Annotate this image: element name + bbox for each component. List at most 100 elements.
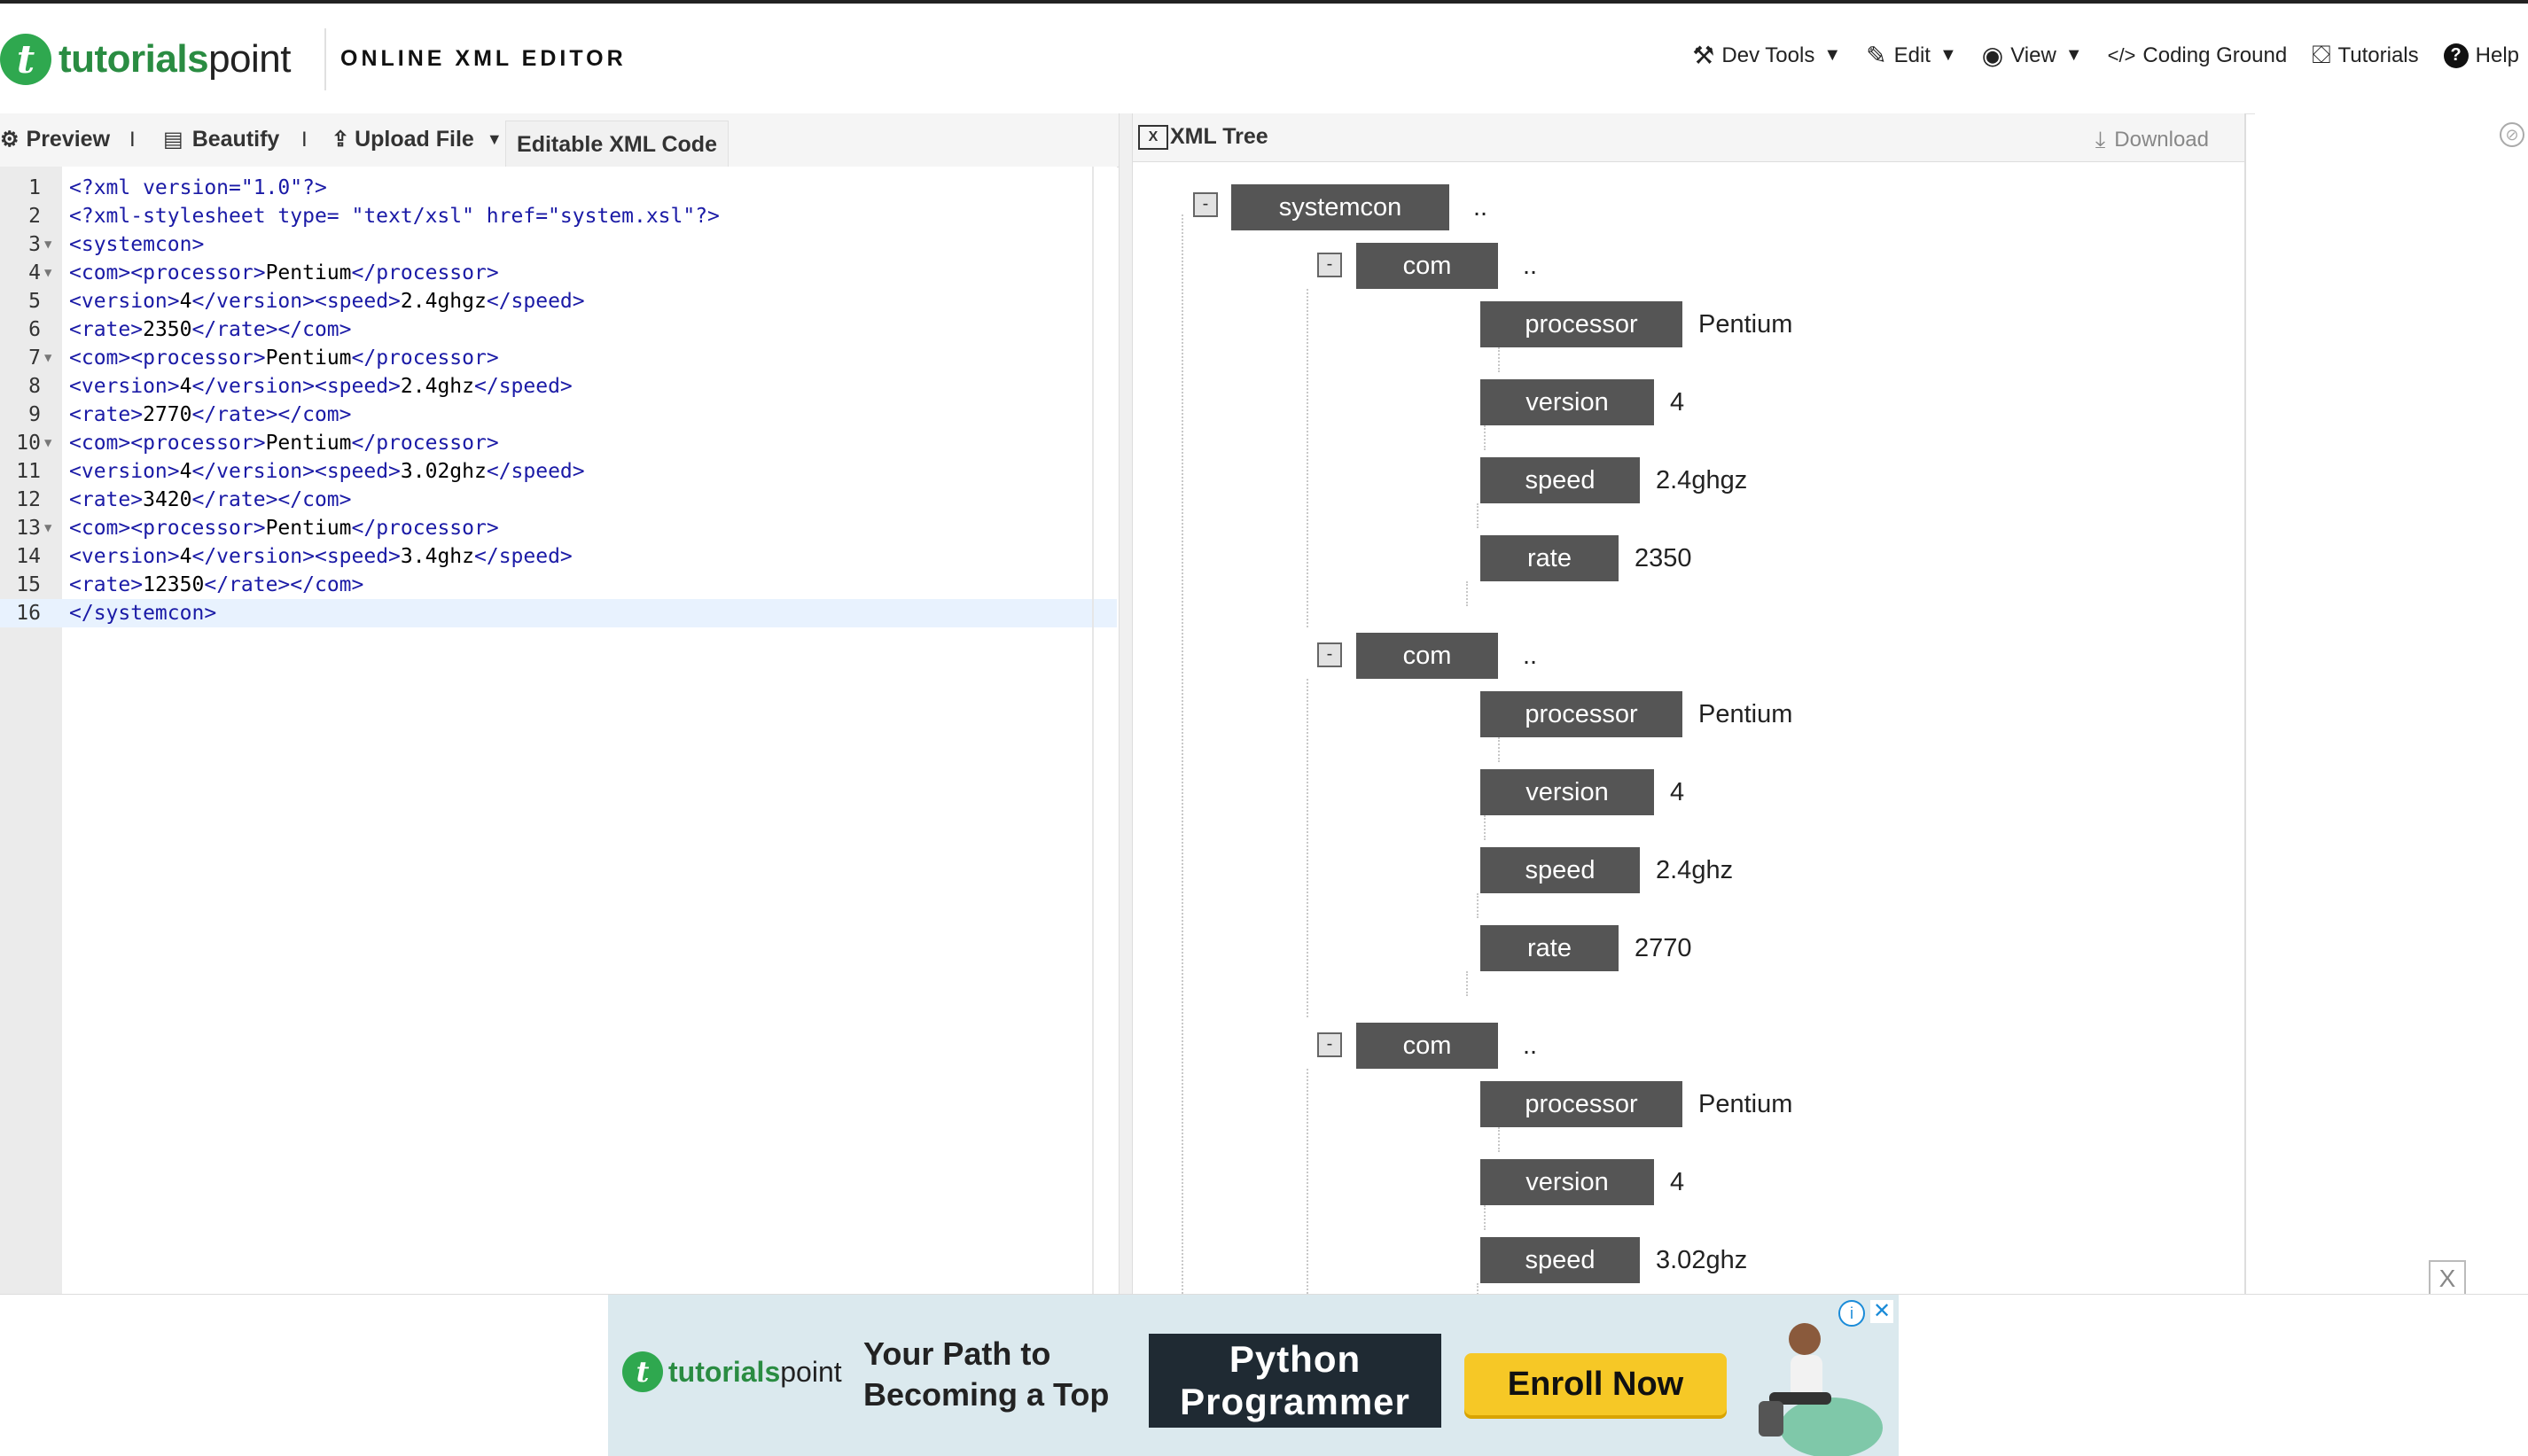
tree-node-value: .. — [1523, 642, 1538, 670]
preview-button[interactable]: ⚙ Preview — [0, 127, 110, 152]
tree-node-value: 3.02ghz — [1656, 1246, 1748, 1274]
tree-node-rate[interactable]: rate — [1480, 925, 1619, 971]
logo-mark-icon: t — [0, 34, 51, 85]
line-number: 6 — [28, 318, 41, 341]
tree-node-processor[interactable]: processor — [1480, 301, 1682, 347]
tree-connector — [1484, 425, 1486, 450]
collapse-toggle-icon[interactable]: - — [1317, 642, 1342, 667]
tree-connector — [1307, 679, 1308, 1017]
tree-node-value: 4 — [1670, 1168, 1685, 1196]
toolbar-separator: I — [129, 128, 136, 152]
code-line[interactable]: 16 </systemcon> — [0, 599, 1117, 627]
tree-node-speed[interactable]: speed — [1480, 847, 1640, 893]
nav-coding-ground[interactable]: </> Coding Ground — [2108, 43, 2288, 68]
tree-node-version[interactable]: version — [1480, 1159, 1654, 1205]
upload-file-label: Upload File — [355, 127, 474, 152]
download-label: Download — [2114, 128, 2209, 152]
collapse-toggle-icon[interactable]: - — [1317, 1032, 1342, 1057]
tree-node-value: Pentium — [1698, 1090, 1793, 1118]
ad-logo-text: tutorialspoint — [668, 1356, 842, 1389]
nav-tutorials[interactable]: ⛋ Tutorials — [2312, 41, 2418, 70]
code-line[interactable]: 15 <rate>12350</rate></com> — [0, 571, 1117, 599]
code-line[interactable]: 4 ▼ <com><processor>Pentium</processor> — [0, 259, 1117, 287]
nav-help[interactable]: ? Help — [2443, 43, 2519, 68]
tree-connector — [1498, 1127, 1500, 1152]
tree-node-com[interactable]: com — [1356, 243, 1498, 289]
tree-node-processor[interactable]: processor — [1480, 1081, 1682, 1127]
upload-file-button[interactable]: ⇪ Upload File ▼ — [332, 127, 503, 152]
code-text: <rate>3420</rate></com> — [69, 488, 352, 511]
fold-arrow-icon[interactable]: ▼ — [44, 429, 51, 457]
line-number: 9 — [28, 403, 41, 426]
chevron-down-icon: ▼ — [2064, 45, 2083, 65]
code-line[interactable]: 10 ▼ <com><processor>Pentium</processor> — [0, 429, 1117, 457]
code-editor[interactable]: 1 <?xml version="1.0"?> 2 <?xml-stylesheet … — [0, 167, 1117, 1294]
enroll-now-button[interactable]: Enroll Now — [1464, 1353, 1727, 1415]
help-icon: ? — [2443, 43, 2469, 68]
code-text: <version>4</version><speed>3.02ghz</spee… — [69, 460, 585, 483]
tree-node-com[interactable]: com — [1356, 633, 1498, 679]
ad-close-icon[interactable]: ✕ — [1870, 1300, 1893, 1323]
tree-node-version[interactable]: version — [1480, 769, 1654, 815]
right-sidebar: ⊘ — [2255, 113, 2528, 1294]
tree-node-version[interactable]: version — [1480, 379, 1654, 425]
pane-splitter[interactable] — [1119, 113, 1133, 1294]
collapse-toggle-icon[interactable]: - — [1317, 253, 1342, 277]
tree-node-value: Pentium — [1698, 310, 1793, 339]
tab-editable-xml-code[interactable]: Editable XML Code — [505, 121, 729, 167]
line-number: 4 — [28, 261, 41, 284]
editor-scrollbar[interactable] — [1092, 167, 1094, 1294]
tree-node-rate[interactable]: rate — [1480, 535, 1619, 581]
code-line[interactable]: 6 <rate>2350</rate></com> — [0, 315, 1117, 344]
tree-node-com[interactable]: com — [1356, 1023, 1498, 1069]
beautify-button[interactable]: ▤ Beautify — [163, 127, 279, 152]
tree-connector — [1498, 737, 1500, 762]
nav-help-label: Help — [2475, 43, 2519, 67]
nav-view[interactable]: ◉ View ▼ — [1982, 41, 2083, 70]
tree-node-speed[interactable]: speed — [1480, 457, 1640, 503]
fold-arrow-icon[interactable]: ▼ — [44, 230, 51, 259]
tools-icon: ⚒ — [1692, 42, 1715, 69]
advertisement-banner[interactable]: t tutorialspoint Your Path to Becoming a… — [608, 1295, 1899, 1456]
chevron-down-icon: ▼ — [1939, 45, 1957, 65]
fold-arrow-icon[interactable]: ▼ — [44, 259, 51, 287]
code-text: <com><processor>Pentium</processor> — [69, 517, 499, 540]
ad-person-illustration — [1759, 1323, 1883, 1456]
edit-icon: ✎ — [1866, 42, 1887, 69]
nav-dev-tools[interactable]: ⚒ Dev Tools ▼ — [1692, 41, 1841, 70]
line-number: 12 — [16, 488, 41, 511]
code-line[interactable]: 9 <rate>2770</rate></com> — [0, 401, 1117, 429]
tree-node-speed[interactable]: speed — [1480, 1237, 1640, 1283]
tree-connector — [1477, 1283, 1479, 1294]
document-icon: ▤ — [163, 128, 183, 152]
fold-arrow-icon[interactable]: ▼ — [44, 514, 51, 542]
code-line[interactable]: 13 ▼ <com><processor>Pentium</processor> — [0, 514, 1117, 542]
code-line[interactable]: 1 <?xml version="1.0"?> — [0, 174, 1117, 202]
tutorialspoint-logo[interactable]: t tutorialspoint — [0, 28, 291, 90]
gear-icon: ⚙ — [0, 128, 20, 152]
tree-node-processor[interactable]: processor — [1480, 691, 1682, 737]
code-line[interactable]: 14 <version>4</version><speed>3.4ghz</spe… — [0, 542, 1117, 571]
nav-edit[interactable]: ✎ Edit ▼ — [1866, 41, 1957, 70]
ad-info-icon[interactable]: i — [1838, 1300, 1865, 1327]
close-ad-button[interactable]: X — [2429, 1260, 2466, 1297]
fold-arrow-icon[interactable]: ▼ — [44, 344, 51, 372]
code-line[interactable]: 12 <rate>3420</rate></com> — [0, 486, 1117, 514]
code-line[interactable]: 11 <version>4</version><speed>3.02ghz</sp… — [0, 457, 1117, 486]
xml-tree-view: - systemcon .. - com.. processor Pentium ver… — [1133, 161, 2244, 1294]
code-line[interactable]: 7 ▼ <com><processor>Pentium</processor> — [0, 344, 1117, 372]
collapse-toggle-icon[interactable]: - — [1193, 192, 1218, 217]
ad-logo-mark-icon: t — [622, 1351, 663, 1392]
download-button[interactable]: ⤓ Download — [2095, 126, 2209, 154]
tree-node-root[interactable]: systemcon — [1231, 184, 1449, 230]
ad-logo: t tutorialspoint — [622, 1351, 842, 1392]
line-number: 14 — [16, 545, 41, 568]
no-ads-icon[interactable]: ⊘ — [2500, 122, 2524, 147]
code-line[interactable]: 5 <version>4</version><speed>2.4ghgz</spe… — [0, 287, 1117, 315]
code-line[interactable]: 8 <version>4</version><speed>2.4ghz</spee… — [0, 372, 1117, 401]
line-number: 15 — [16, 573, 41, 596]
tree-connector — [1477, 893, 1479, 918]
code-line[interactable]: 2 <?xml-stylesheet type= "text/xsl" href=… — [0, 202, 1117, 230]
code-line[interactable]: 3 ▼ <systemcon> — [0, 230, 1117, 259]
line-number: 8 — [28, 375, 41, 398]
